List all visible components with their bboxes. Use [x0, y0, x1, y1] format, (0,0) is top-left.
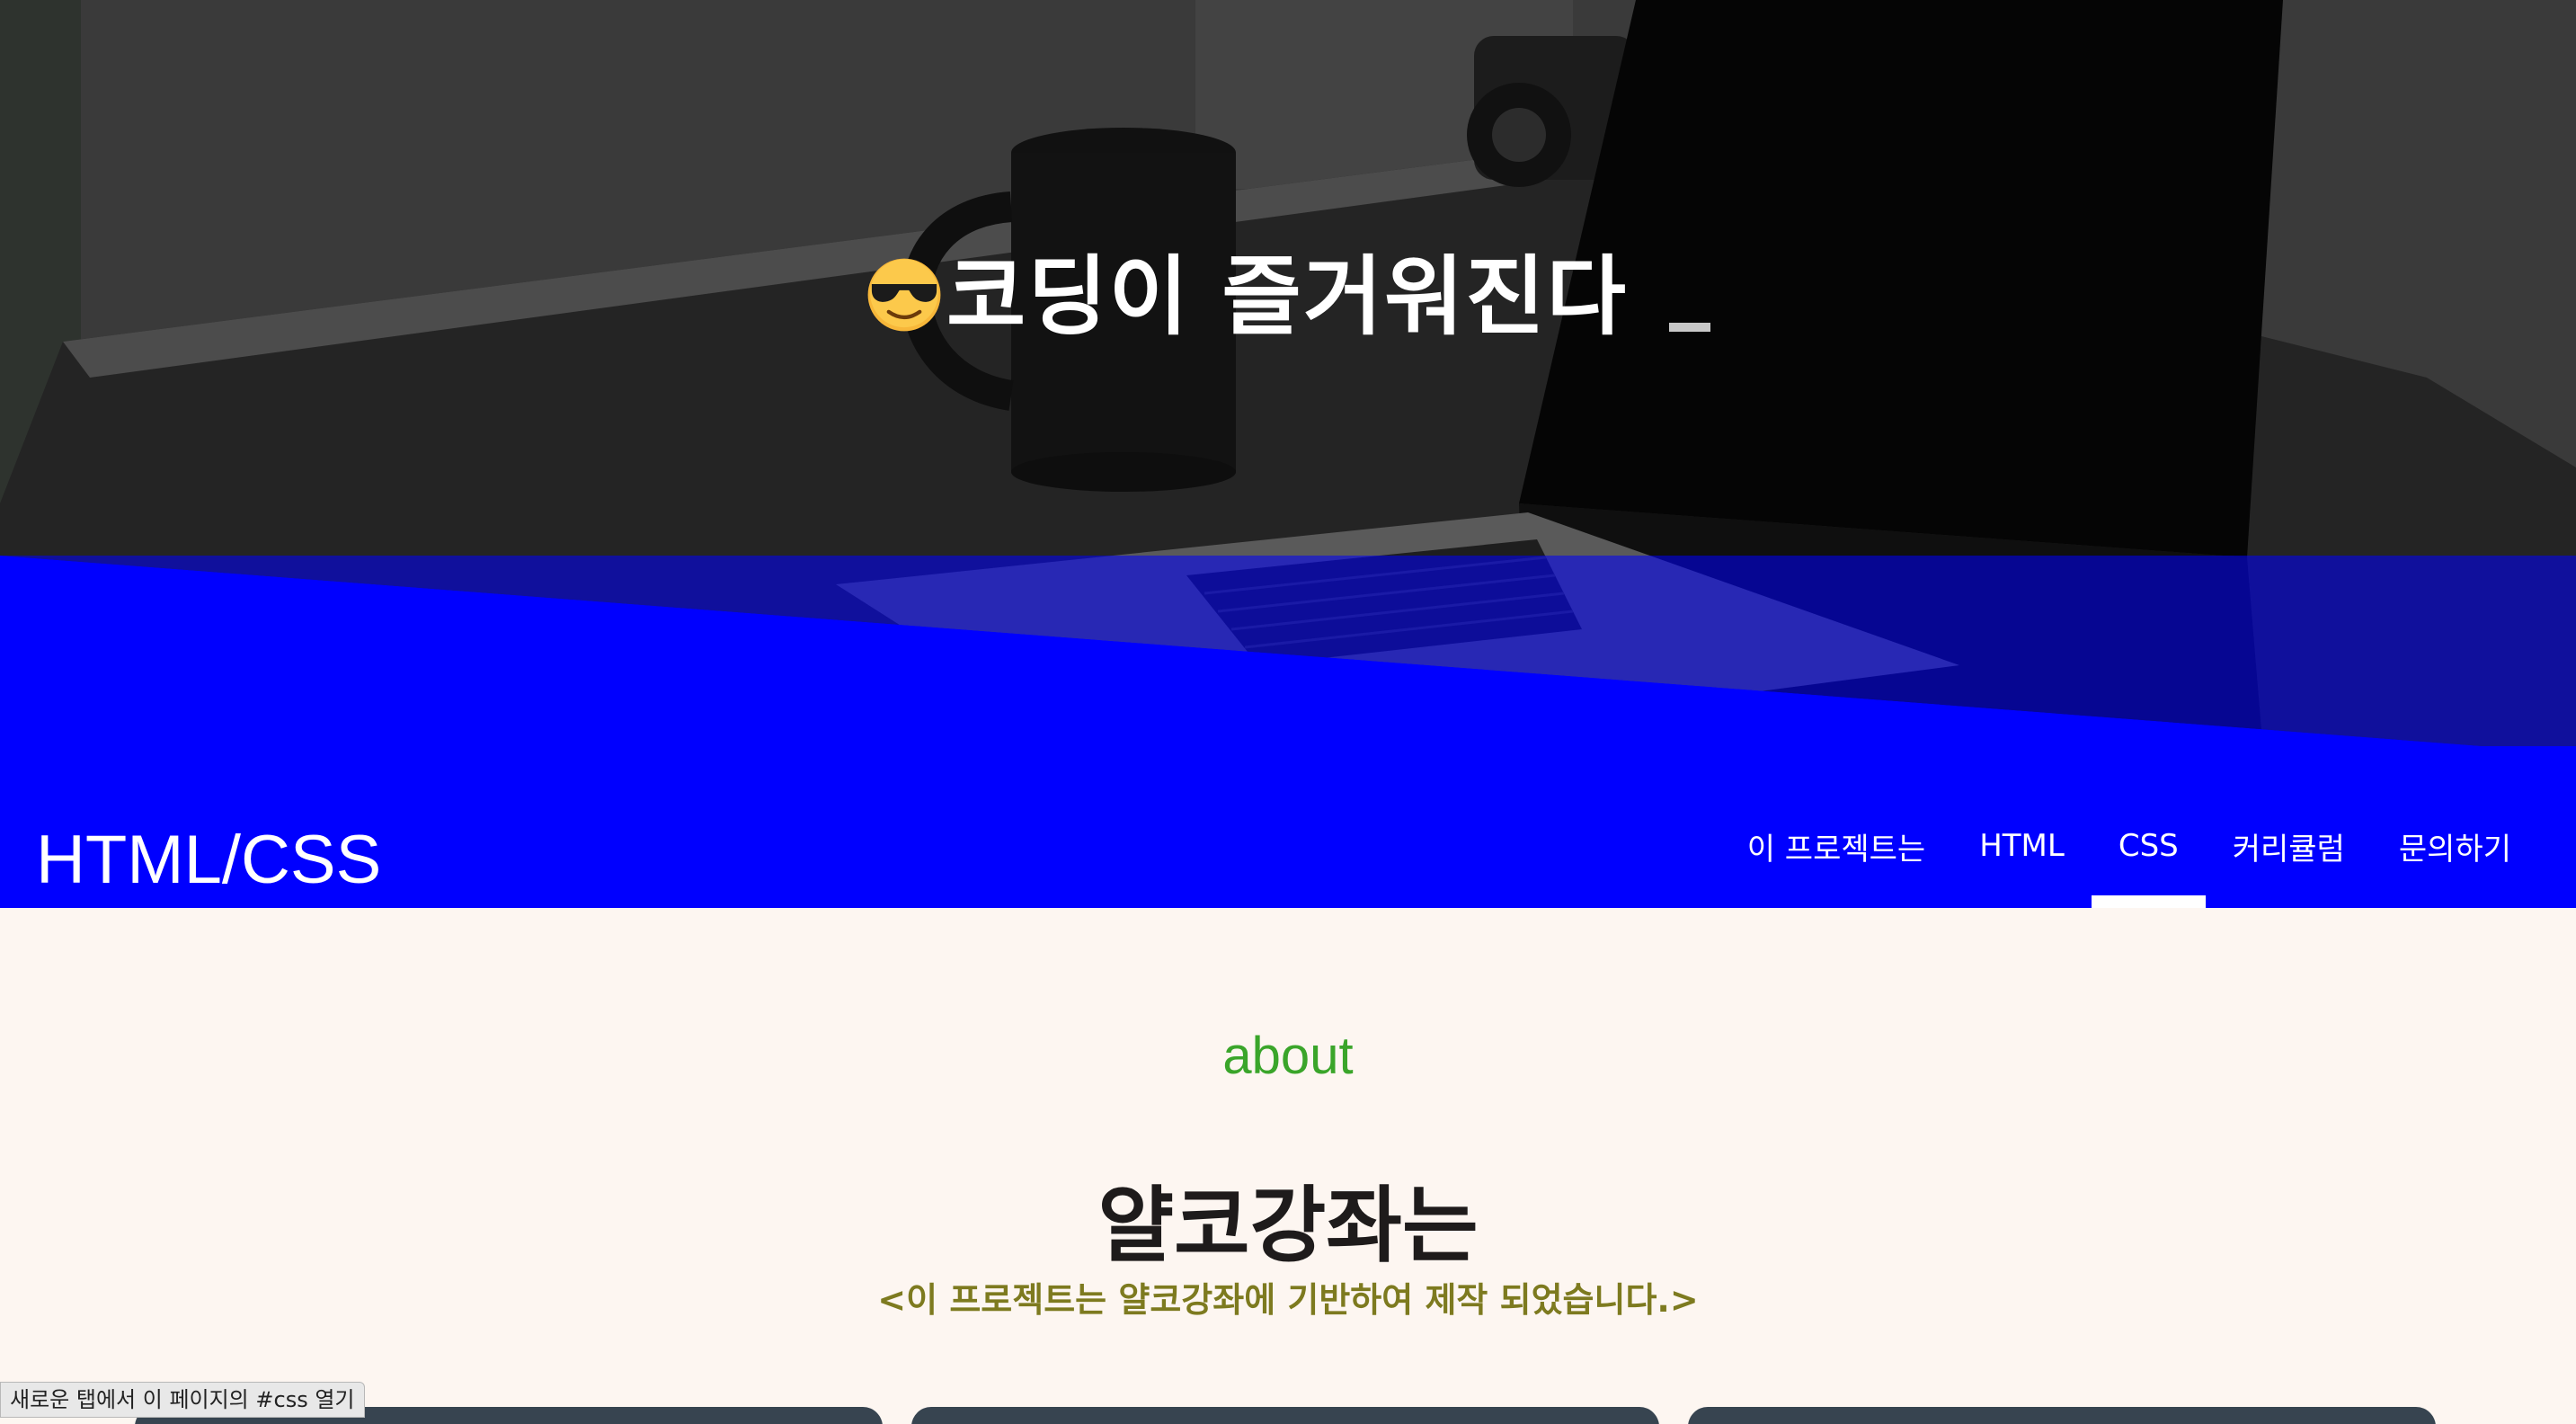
feature-card-3[interactable] [1688, 1407, 2436, 1424]
about-section: about 얄코강좌는 <이 프로젝트는 얄코강좌에 기반하여 제작 되었습니다… [0, 908, 2576, 1424]
nav-item-css[interactable]: CSS [2091, 746, 2206, 908]
nav-menu: 이 프로젝트는 HTML CSS 커리큘럼 문의하기 [1720, 746, 2538, 908]
nav-item-contact[interactable]: 문의하기 [2372, 746, 2538, 908]
hero-title-text: 코딩이 즐거워진다 [946, 246, 1628, 348]
nav-item-project[interactable]: 이 프로젝트는 [1720, 746, 1953, 908]
link-status-tooltip: 새로운 탭에서 이 페이지의 #css 열기 [0, 1382, 365, 1418]
nav-item-curriculum[interactable]: 커리큘럼 [2206, 746, 2372, 908]
about-title: 얄코강좌는 [1097, 1178, 1479, 1275]
hero-title: 코딩이 즐거워진다 [0, 243, 2576, 351]
sunglasses-face-icon [867, 258, 941, 332]
main-navbar: HTML/CSS 이 프로젝트는 HTML CSS 커리큘럼 문의하기 [0, 746, 2576, 908]
about-kicker: about [1222, 1027, 1354, 1085]
typing-cursor [1668, 323, 1710, 333]
page: 코딩이 즐거워진다 HTML/CSS 이 프로젝트는 HTML CSS 커리큘럼… [0, 0, 2576, 1424]
brand-logo[interactable]: HTML/CSS [36, 820, 381, 901]
nav-item-html[interactable]: HTML [1952, 746, 2092, 908]
about-subtitle: <이 프로젝트는 얄코강좌에 기반하여 제작 되었습니다.> [877, 1280, 1699, 1320]
feature-card-2[interactable] [911, 1407, 1659, 1424]
